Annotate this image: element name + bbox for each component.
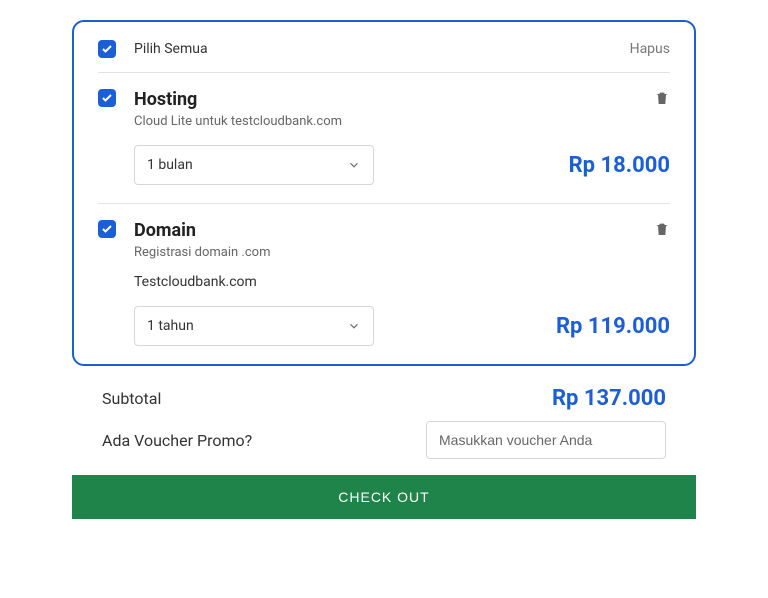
checkout-button[interactable]: CHECK OUT [72,475,696,519]
item-checkbox[interactable] [98,220,116,238]
item-checkbox[interactable] [98,89,116,107]
select-all-label: Pilih Semua [134,41,630,57]
check-icon [101,92,113,104]
chevron-down-icon [347,158,361,172]
voucher-label: Ada Voucher Promo? [102,431,426,450]
item-subtitle: Registrasi domain .com [134,245,670,260]
chevron-down-icon [347,319,361,333]
check-icon [101,43,113,55]
delete-item-button[interactable] [654,221,670,241]
item-body: Domain Registrasi domain .com Testcloudb… [134,220,670,290]
cart-item: Domain Registrasi domain .com Testcloudb… [98,203,670,346]
delete-all-link[interactable]: Hapus [630,41,670,57]
delete-item-button[interactable] [654,90,670,110]
trash-icon [654,221,670,237]
check-icon [101,223,113,235]
item-title: Hosting [134,89,654,110]
duration-value: 1 tahun [147,318,194,334]
item-price: Rp 18.000 [374,153,670,178]
item-extra: Testcloudbank.com [134,274,670,290]
subtotal-label: Subtotal [102,389,552,408]
cart-header-row: Pilih Semua Hapus [98,40,670,73]
item-title: Domain [134,220,654,241]
subtotal-value: Rp 137.000 [552,386,666,411]
select-all-checkbox[interactable] [98,40,116,58]
summary: Subtotal Rp 137.000 Ada Voucher Promo? [72,386,696,459]
item-subtitle: Cloud Lite untuk testcloudbank.com [134,114,670,129]
duration-value: 1 bulan [147,157,193,173]
duration-select[interactable]: 1 tahun [134,306,374,346]
duration-select[interactable]: 1 bulan [134,145,374,185]
trash-icon [654,90,670,106]
item-price: Rp 119.000 [374,314,670,339]
cart-box: Pilih Semua Hapus Hosting Cloud Lite unt… [72,20,696,366]
item-body: Hosting Cloud Lite untuk testcloudbank.c… [134,89,670,129]
voucher-input[interactable] [426,421,666,459]
cart-item: Hosting Cloud Lite untuk testcloudbank.c… [98,73,670,185]
